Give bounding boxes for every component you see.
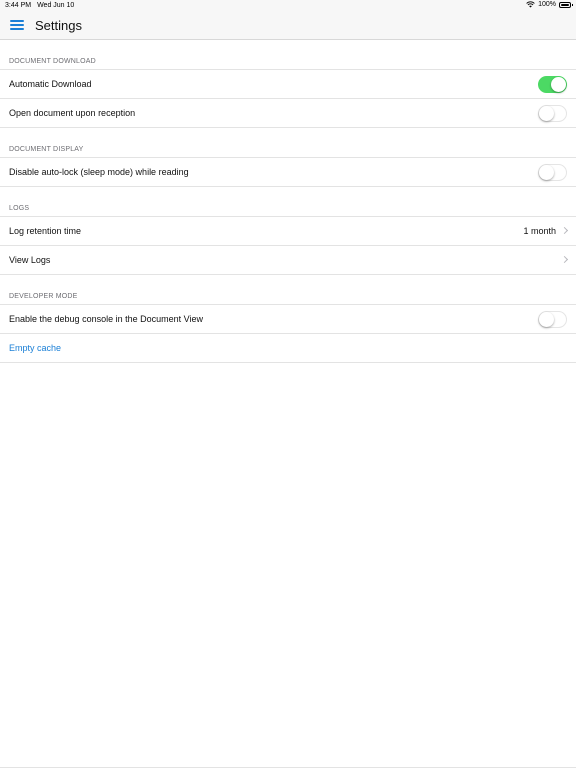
disable-auto-lock-toggle[interactable] [538, 164, 567, 181]
toggle-knob [551, 77, 566, 92]
navigation-bar: Settings [0, 12, 576, 40]
status-time: 3:44 PM [5, 2, 32, 9]
wifi-icon [526, 1, 535, 8]
battery-percent: 100% [538, 1, 556, 8]
section-header-developer-mode: DEVELOPER MODE [0, 275, 576, 305]
status-bar: 3:44 PM Wed Jun 10 100% [0, 0, 576, 12]
automatic-download-toggle[interactable] [538, 76, 567, 93]
row-log-retention-time[interactable]: Log retention time 1 month [0, 217, 576, 246]
row-label: Log retention time [9, 226, 82, 236]
row-view-logs[interactable]: View Logs [0, 246, 576, 275]
row-label: Enable the debug console in the Document… [9, 314, 203, 324]
row-debug-console: Enable the debug console in the Document… [0, 305, 576, 334]
status-right: 100% [526, 1, 573, 8]
section-header-document-download: DOCUMENT DOWNLOAD [0, 40, 576, 70]
open-document-toggle[interactable] [538, 105, 567, 122]
row-automatic-download: Automatic Download [0, 70, 576, 99]
section-header-logs: LOGS [0, 187, 576, 217]
row-open-document-upon-reception: Open document upon reception [0, 99, 576, 128]
status-date: Wed Jun 10 [37, 2, 75, 9]
empty-cache-button[interactable]: Empty cache [0, 334, 576, 363]
page-title: Settings [35, 18, 82, 33]
log-retention-value: 1 month [523, 226, 556, 236]
empty-cache-label: Empty cache [9, 343, 62, 353]
row-disable-auto-lock: Disable auto-lock (sleep mode) while rea… [0, 158, 576, 187]
section-header-document-display: DOCUMENT DISPLAY [0, 128, 576, 158]
settings-list: DOCUMENT DOWNLOAD Automatic Download Ope… [0, 40, 576, 363]
row-label: Disable auto-lock (sleep mode) while rea… [9, 167, 189, 177]
toggle-knob [539, 106, 554, 121]
row-label: Open document upon reception [9, 108, 136, 118]
debug-console-toggle[interactable] [538, 311, 567, 328]
status-left: 3:44 PM Wed Jun 10 [5, 2, 74, 9]
row-label: Automatic Download [9, 79, 92, 89]
toggle-knob [539, 165, 554, 180]
row-label: View Logs [9, 255, 51, 265]
battery-icon [559, 1, 573, 8]
hamburger-menu-icon[interactable] [10, 18, 24, 32]
toggle-knob [539, 312, 554, 327]
